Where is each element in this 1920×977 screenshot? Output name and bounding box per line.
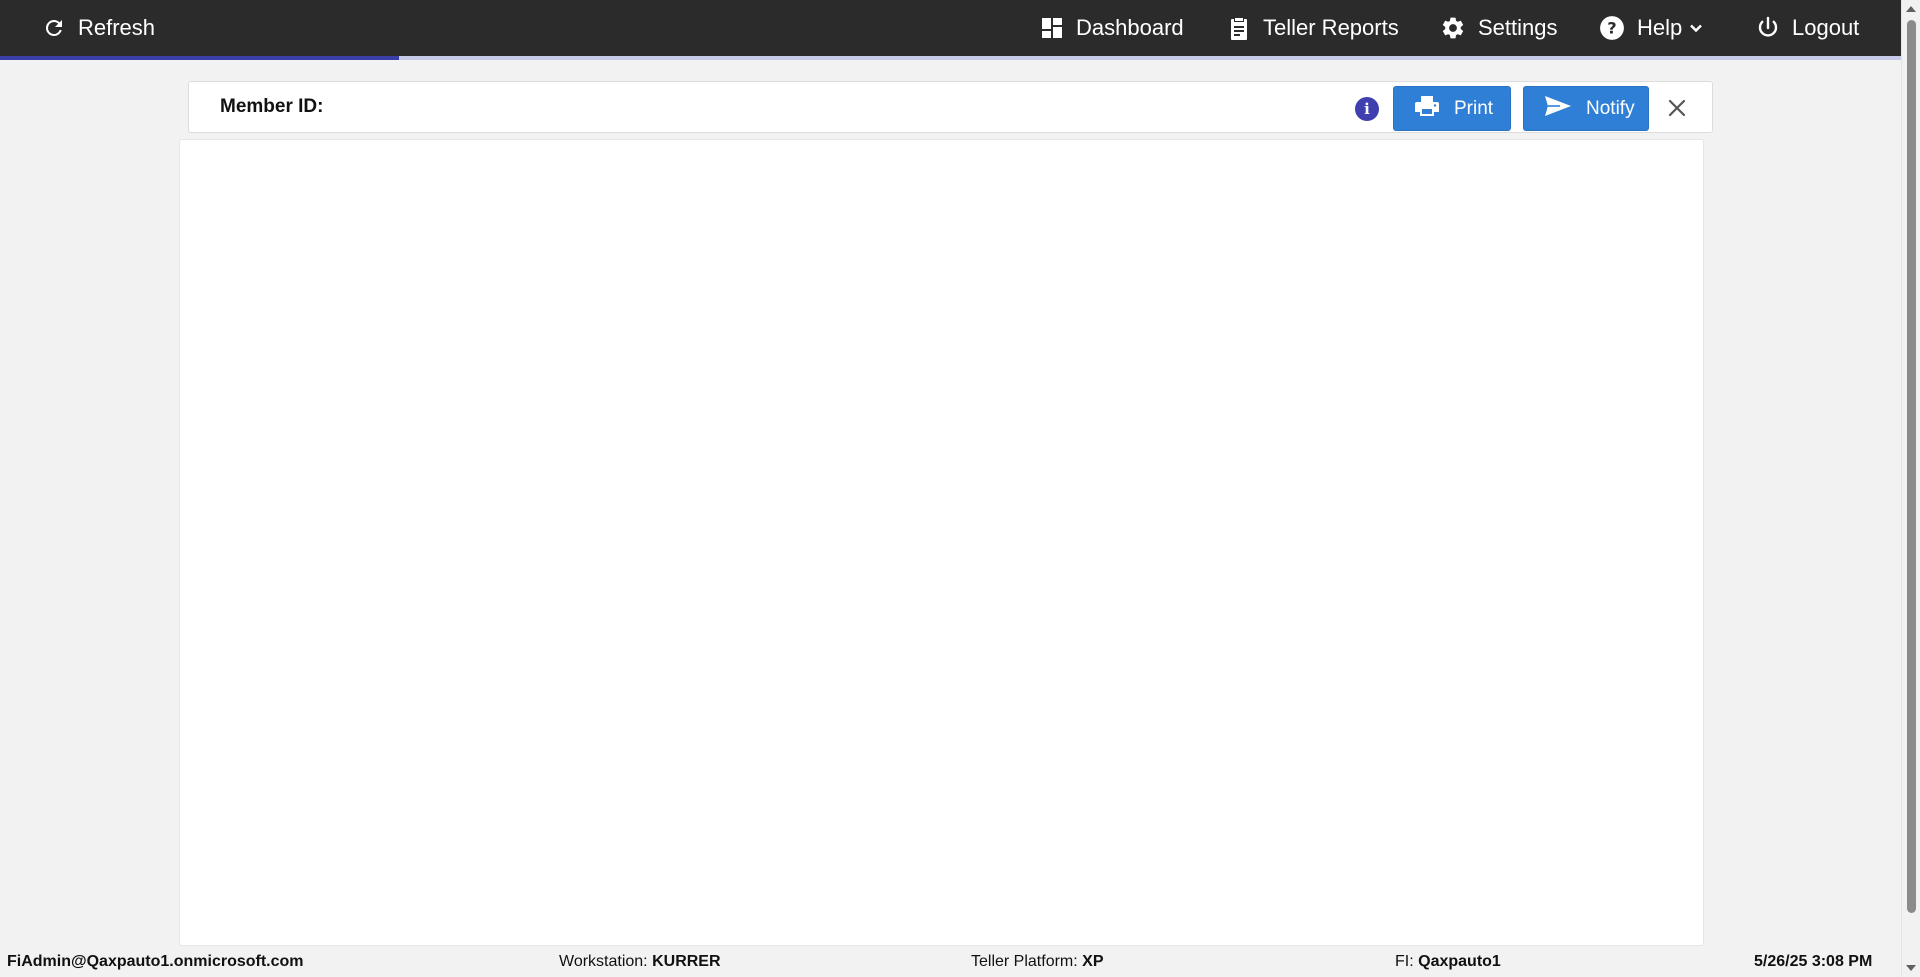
chevron-down-icon: [1688, 20, 1704, 36]
scroll-up-icon[interactable]: [1906, 6, 1916, 12]
scrollbar-thumb[interactable]: [1907, 20, 1916, 913]
nav-help[interactable]: ? Help: [1599, 0, 1704, 56]
close-icon: [1665, 99, 1689, 124]
content-panel: [179, 139, 1704, 946]
footer-platform-label: Teller Platform:: [971, 953, 1078, 970]
help-label: Help: [1637, 15, 1683, 40]
footer-fi-value: Qaxpauto1: [1418, 953, 1501, 970]
loading-progress-track: [0, 56, 1901, 60]
send-icon: [1544, 94, 1572, 124]
nav-teller-reports[interactable]: Teller Reports: [1227, 0, 1399, 56]
refresh-label: Refresh: [78, 15, 156, 40]
nav-settings[interactable]: Settings: [1440, 0, 1558, 56]
refresh-icon: [42, 16, 66, 40]
footer-user: FiAdmin@Qaxpauto1.onmicrosoft.com: [7, 953, 304, 971]
refresh-button[interactable]: Refresh: [42, 0, 155, 56]
member-header-bar: Member ID: i Print Notify: [188, 81, 1713, 133]
scroll-down-icon[interactable]: [1906, 965, 1916, 971]
footer-datetime: 5/26/25 3:08 PM: [1754, 953, 1872, 971]
clipboard-icon: [1227, 15, 1251, 41]
close-button[interactable]: [1665, 96, 1689, 120]
logout-label: Logout: [1792, 15, 1860, 40]
footer-platform: Teller Platform: XP: [971, 953, 1104, 971]
footer-fi-label: FI:: [1395, 953, 1414, 970]
status-footer: FiAdmin@Qaxpauto1.onmicrosoft.com Workst…: [0, 946, 1901, 977]
notify-label: Notify: [1586, 97, 1635, 119]
print-button[interactable]: Print: [1393, 86, 1511, 131]
footer-workstation: Workstation: KURRER: [559, 953, 721, 971]
footer-fi: FI: Qaxpauto1: [1395, 953, 1501, 971]
footer-user-value: FiAdmin@Qaxpauto1.onmicrosoft.com: [7, 953, 304, 970]
teller-reports-label: Teller Reports: [1263, 15, 1399, 40]
svg-text:?: ?: [1607, 18, 1616, 37]
loading-progress-fill: [0, 56, 400, 60]
dashboard-label: Dashboard: [1076, 15, 1184, 40]
footer-platform-value: XP: [1082, 953, 1104, 970]
member-id-label: Member ID:: [220, 96, 324, 117]
footer-datetime-value: 5/26/25 3:08 PM: [1754, 953, 1873, 970]
printer-icon: [1414, 94, 1440, 124]
power-icon: [1756, 16, 1780, 40]
gear-icon: [1440, 15, 1466, 41]
question-circle-icon: ?: [1599, 15, 1625, 41]
notify-button[interactable]: Notify: [1523, 86, 1649, 131]
nav-dashboard[interactable]: Dashboard: [1040, 0, 1184, 56]
top-navigation-bar: Refresh Dashboard Teller Reports Setting…: [0, 0, 1901, 56]
logout-button[interactable]: Logout: [1756, 0, 1859, 56]
footer-workstation-label: Workstation:: [559, 953, 648, 970]
info-icon[interactable]: i: [1355, 97, 1379, 121]
print-label: Print: [1454, 97, 1494, 119]
footer-workstation-value: KURRER: [652, 953, 721, 970]
dashboard-icon: [1040, 16, 1064, 40]
vertical-scrollbar[interactable]: [1901, 0, 1920, 977]
settings-label: Settings: [1478, 15, 1558, 40]
